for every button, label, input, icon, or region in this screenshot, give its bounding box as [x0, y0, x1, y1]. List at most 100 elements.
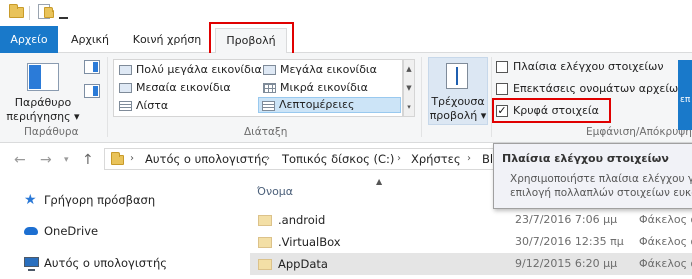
hide-selected-items-button[interactable]: επ — [678, 60, 692, 130]
address-bar[interactable]: › Αυτός ο υπολογιστής › Τοπικός δίσκος (… — [104, 148, 504, 170]
small-folder-icon — [44, 7, 54, 18]
layout-extra-large-icons[interactable]: Πολύ μεγάλα εικονίδια — [116, 62, 262, 78]
tab-file[interactable]: Αρχείο — [0, 26, 58, 53]
computer-icon — [24, 257, 39, 271]
column-header-name[interactable]: Όνομα — [257, 185, 293, 198]
layout-gallery: Πολύ μεγάλα εικονίδια Μεγάλα εικονίδια Μ… — [113, 59, 403, 117]
folder-icon — [111, 152, 124, 165]
sort-ascending-icon: ▲ — [376, 177, 383, 186]
nav-item-this-pc[interactable]: Αυτός ο υπολογιστής — [24, 253, 167, 273]
preview-pane-icon[interactable] — [84, 60, 100, 74]
layout-item-label: Μεγάλα εικονίδια — [280, 63, 377, 76]
layout-list[interactable]: Λίστα — [116, 98, 168, 114]
file-row[interactable]: .VirtualBox 30/7/2016 12:35 πμ Φάκελος α… — [250, 231, 692, 253]
checkbox-label: Επεκτάσεις ονομάτων αρχείων — [513, 82, 685, 95]
current-view-label-2: προβολή — [429, 109, 478, 122]
layout-item-label: Λεπτομέρειες — [279, 98, 355, 111]
expand-gallery-icon[interactable]: ▾ — [404, 98, 414, 117]
tab-view[interactable]: Προβολή — [215, 28, 287, 54]
breadcrumb-user[interactable]: Bl — [482, 152, 493, 166]
layout-gallery-scroll[interactable]: ▲ ▼ ▾ — [403, 59, 415, 117]
current-view-label: Τρέχουσα προβολή ▾ — [428, 95, 488, 123]
folder-icon — [9, 4, 24, 18]
navigation-pane-label-1: Παράθυρο — [14, 96, 72, 109]
star-icon: ★ — [24, 192, 37, 208]
navigation-pane-icon[interactable] — [27, 63, 59, 91]
file-date: 23/7/2016 7:06 μμ — [515, 213, 618, 226]
chevron-right-icon[interactable]: › — [467, 153, 471, 164]
chevron-down-icon: ▾ — [74, 110, 80, 123]
back-arrow-icon[interactable]: ← — [14, 152, 26, 168]
nav-item-label: Γρήγορη πρόσβαση — [44, 193, 156, 207]
item-checkboxes-option[interactable]: Πλαίσια ελέγχου στοιχείων — [496, 58, 663, 75]
nav-item-quick-access[interactable]: ★ Γρήγορη πρόσβαση — [24, 190, 155, 210]
nav-item-onedrive[interactable]: OneDrive — [24, 221, 98, 241]
cloud-icon — [24, 227, 38, 235]
chevron-right-icon[interactable]: › — [397, 153, 401, 164]
folder-icon — [258, 259, 272, 270]
nav-item-label: Αυτός ο υπολογιστής — [44, 256, 167, 270]
hide-selected-items-label: επ — [680, 95, 691, 105]
file-name: AppData — [278, 257, 328, 271]
chevron-right-icon[interactable]: › — [266, 153, 270, 164]
customize-quick-access-icon[interactable] — [59, 17, 68, 19]
title-bar — [0, 0, 692, 26]
layout-item-label: Λίστα — [136, 99, 169, 112]
tooltip-text: επιλογή πολλαπλών στοιχείων ευκολ — [510, 187, 692, 199]
ribbon-view: Παράθυρο περιήγησης ▾ Παράθυρα Πολύ μεγά… — [0, 53, 692, 143]
file-type: Φάκελος αρ — [639, 257, 692, 270]
tooltip: Πλαίσια ελέγχου στοιχείων Χρησιμοποιήστε… — [493, 143, 692, 209]
file-extensions-option[interactable]: Επεκτάσεις ονομάτων αρχείων — [496, 80, 684, 97]
layout-small-icons[interactable]: Μικρά εικονίδια — [260, 80, 368, 96]
file-date: 9/12/2015 6:20 μμ — [515, 257, 618, 270]
chevron-down-icon: ▾ — [480, 109, 487, 122]
forward-arrow-icon[interactable]: → — [40, 152, 52, 168]
up-arrow-icon[interactable]: ↑ — [82, 152, 94, 168]
navigation-pane: ★ Γρήγορη πρόσβαση OneDrive Αυτός ο υπολ… — [0, 176, 245, 279]
file-row[interactable]: AppData 9/12/2015 6:20 μμ Φάκελος αρ — [250, 253, 692, 275]
file-type: Φάκελος αρ — [639, 235, 692, 248]
breadcrumb-users[interactable]: Χρήστες — [411, 152, 461, 166]
file-name: .android — [278, 213, 326, 227]
file-date: 30/7/2016 12:35 πμ — [515, 235, 624, 248]
tooltip-text: Χρησιμοποιήστε πλαίσια ελέγχου για — [510, 173, 692, 185]
group-divider — [107, 57, 108, 137]
group-label-layout: Διάταξη — [244, 126, 288, 138]
hidden-items-option[interactable]: ✓ Κρυφά στοιχεία — [496, 102, 599, 119]
layout-item-label: Μικρά εικονίδια — [280, 81, 368, 94]
list-icon — [119, 101, 132, 111]
folder-icon — [258, 237, 272, 248]
hidden-items-checkbox[interactable]: ✓ — [496, 105, 508, 117]
navigation-pane-label-2: περιήγησης — [6, 110, 71, 123]
group-label-panes: Παράθυρα — [24, 126, 79, 138]
toolbar-separator — [29, 6, 30, 20]
layout-details[interactable]: Λεπτομέρειες — [258, 97, 401, 113]
folder-icon — [258, 215, 272, 226]
scroll-down-icon[interactable]: ▼ — [404, 79, 414, 98]
tab-share[interactable]: Κοινή χρήση — [122, 26, 212, 53]
file-name: .VirtualBox — [278, 235, 341, 249]
checkbox-label: Κρυφά στοιχεία — [513, 104, 599, 117]
file-type: Φάκελος αρ — [639, 213, 692, 226]
file-extensions-checkbox[interactable] — [496, 83, 508, 95]
checkbox-label: Πλαίσια ελέγχου στοιχείων — [513, 60, 664, 73]
extra-large-icons-icon — [119, 65, 132, 75]
tooltip-title: Πλαίσια ελέγχου στοιχείων — [502, 152, 669, 165]
item-checkboxes-checkbox[interactable] — [496, 61, 508, 73]
ribbon-tabs: Αρχείο Αρχική Κοινή χρήση Προβολή — [0, 26, 692, 54]
group-label-show-hide: Εμφάνιση/Απόκρυψη — [586, 126, 692, 138]
details-pane-icon[interactable] — [84, 84, 100, 98]
file-row[interactable]: .android 23/7/2016 7:06 μμ Φάκελος αρ — [250, 209, 692, 231]
breadcrumb-this-pc[interactable]: Αυτός ο υπολογιστής — [145, 152, 268, 166]
chevron-right-icon[interactable]: › — [130, 153, 134, 164]
recent-locations-icon[interactable]: ▾ — [64, 155, 69, 165]
layout-item-label: Πολύ μεγάλα εικονίδια — [136, 63, 262, 76]
layout-large-icons[interactable]: Μεγάλα εικονίδια — [260, 62, 377, 78]
navigation-pane-button[interactable]: Παράθυρο περιήγησης ▾ — [6, 96, 80, 124]
tab-home[interactable]: Αρχική — [58, 26, 122, 53]
layout-medium-icons[interactable]: Μεσαία εικονίδια — [116, 80, 231, 96]
scroll-up-icon[interactable]: ▲ — [404, 60, 414, 79]
breadcrumb-local-disk[interactable]: Τοπικός δίσκος (C:) — [282, 152, 394, 166]
group-divider — [421, 57, 422, 137]
small-icons-icon — [263, 83, 276, 93]
